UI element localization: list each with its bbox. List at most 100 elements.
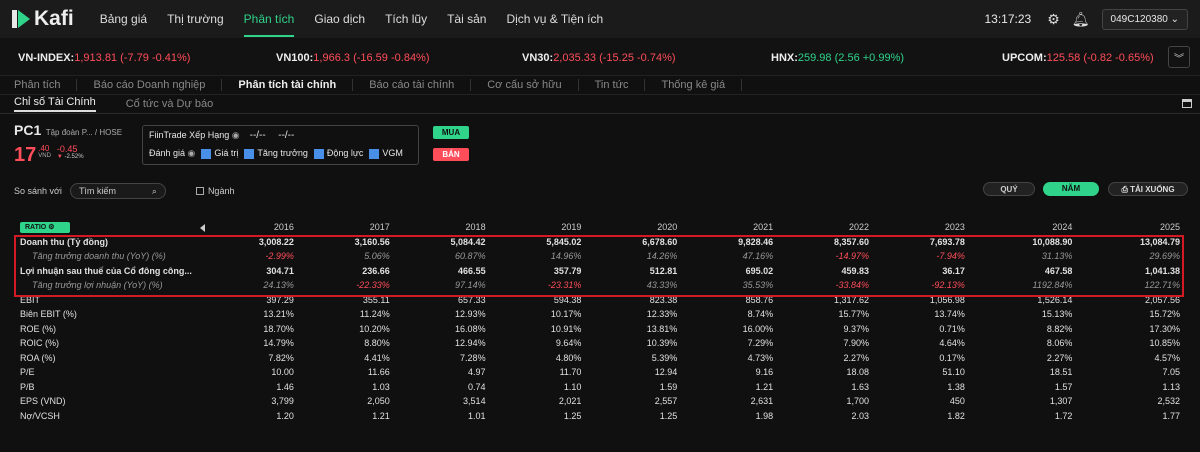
value-cell: 1.38: [947, 381, 965, 392]
subtab-2[interactable]: Báo cáo Doanh nghiệp: [77, 79, 223, 91]
table-row[interactable]: Biên EBIT (%) 13.21% 11.24% 12.93% 10.17% 12.…: [16, 307, 1184, 322]
value-cell: 7.28%: [460, 352, 486, 363]
bell-icon[interactable]: 🔔︎: [1072, 11, 1090, 28]
index-name: UPCOM:: [1002, 52, 1047, 64]
ticker-item[interactable]: VN30:2,035.33 (-15.25 -0.74%): [522, 52, 676, 64]
table-row[interactable]: Lợi nhuận sau thuế của Cổ đông công... 30…: [16, 264, 1184, 279]
value-cell: 695.02: [745, 265, 774, 276]
stock-price: 17: [14, 144, 37, 166]
year-header: 2022: [848, 222, 870, 233]
value-cell: 355.11: [362, 294, 390, 305]
rating-filter-3[interactable]: Động lực: [308, 148, 363, 159]
value-cell: 4.57%: [1154, 352, 1180, 363]
value-cell: 8.80%: [364, 338, 390, 349]
value-cell: 1.72: [1054, 410, 1073, 421]
value-cell: 12.93%: [455, 309, 486, 320]
value-cell: 15.77%: [838, 309, 870, 320]
year-header: 2016: [273, 222, 294, 233]
value-cell: 1,700: [846, 396, 870, 407]
rating-filter-2[interactable]: Tăng trưởng: [238, 148, 308, 159]
sell-button[interactable]: BÁN: [433, 148, 469, 161]
row-label: Doanh thu (Tỷ đồng): [20, 236, 108, 247]
nav-item-6[interactable]: Tài sản: [447, 0, 486, 38]
value-cell: 858.76: [745, 294, 774, 305]
subtab-5[interactable]: Cơ cấu sở hữu: [471, 79, 579, 91]
rating-filter-label: VGM: [382, 148, 403, 158]
ticker-item[interactable]: UPCOM:125.58 (-0.82 -0.65%): [1002, 52, 1154, 64]
scroll-left-icon[interactable]: [200, 224, 205, 232]
ticker-item[interactable]: VN-INDEX:1,913.81 (-7.79 -0.41%): [18, 52, 190, 64]
value-cell: 5,084.42: [450, 236, 486, 247]
value-cell: 7.29%: [747, 338, 774, 349]
window-icon[interactable]: [1182, 99, 1192, 108]
table-row[interactable]: Doanh thu (Tỷ đồng) 3,008.22 3,160.56 5,084…: [16, 235, 1184, 250]
nav-item-5[interactable]: Tích lũy: [385, 0, 427, 38]
value-cell: 1,526.14: [1037, 294, 1073, 305]
subtab-4[interactable]: Báo cáo tài chính: [353, 79, 472, 91]
search-input[interactable]: Tìm kiếm ⌕: [69, 183, 166, 199]
index-value: 1,966.3: [313, 52, 350, 64]
year-header: 2019: [561, 222, 582, 233]
index-name: VN30:: [522, 52, 554, 64]
ticker-item[interactable]: VN100:1,966.3 (-16.59 -0.84%): [276, 52, 430, 64]
value-cell: 10.85%: [1149, 338, 1180, 349]
subtab-6[interactable]: Tin tức: [579, 79, 646, 91]
value-cell: 2.27%: [843, 352, 870, 363]
financial-subtab-2[interactable]: Cổ tức và Dự báo: [126, 98, 213, 110]
table-row[interactable]: Tăng trưởng doanh thu (YoY) (%) -2.99% 5.0…: [16, 249, 1184, 264]
table-row[interactable]: P/E 10.00 11.66 4.97 11.70 12.94 9.16 18.08 51.1…: [16, 365, 1184, 380]
value-cell: 10.00: [271, 367, 294, 378]
value-cell: 1.57: [1054, 381, 1073, 392]
value-cell: 2.03: [851, 410, 870, 421]
subtab-3[interactable]: Phân tích tài chính: [222, 79, 354, 91]
index-pct: -0.41%): [151, 52, 191, 64]
subtab-1[interactable]: Phân tích: [14, 79, 78, 91]
kafi-logo[interactable]: Kafi: [12, 7, 74, 31]
checkbox-icon: [195, 187, 204, 195]
printer-icon: ⎙: [1121, 185, 1128, 194]
value-cell: 304.71: [266, 265, 294, 276]
industry-checkbox[interactable]: Ngành: [195, 186, 234, 196]
table-row[interactable]: ROIC (%) 14.79% 8.80% 12.94% 9.64% 10.39% 7.29…: [16, 336, 1184, 351]
table-row[interactable]: ROE (%) 18.70% 10.20% 16.08% 10.91% 13.81% 16.…: [16, 322, 1184, 337]
info-icon[interactable]: ◉: [232, 130, 240, 140]
nav-item-4[interactable]: Giao dịch: [314, 0, 365, 38]
row-label: ROE (%): [20, 323, 56, 334]
subtab-7[interactable]: Thống kê giá: [645, 79, 743, 91]
analysis-subtabs: Phân tích Báo cáo Doanh nghiệp Phân tích t…: [0, 76, 1200, 95]
value-cell: 7.90%: [843, 338, 870, 349]
nav-item-3[interactable]: Phân tích: [243, 0, 294, 38]
year-header: 2024: [1052, 222, 1073, 233]
financial-subtab-1[interactable]: Chỉ số Tài Chính: [14, 96, 96, 112]
value-cell: 4.97: [468, 367, 486, 378]
price-decimal: .40: [38, 144, 50, 153]
download-button[interactable]: ⎙ TẢI XUỐNG: [1108, 182, 1188, 196]
table-row[interactable]: ROA (%) 7.82% 4.41% 7.28% 4.80% 5.39% 4.73% 2.2…: [16, 351, 1184, 366]
row-label: P/B: [20, 381, 35, 392]
value-cell: 4.80%: [555, 352, 582, 363]
year-button[interactable]: NĂM: [1043, 182, 1099, 196]
table-row[interactable]: P/B 1.46 1.03 0.74 1.10 1.59 1.21 1.63 1.38 1.57 1…: [16, 380, 1184, 395]
account-selector[interactable]: 049C120380 ⌄: [1101, 8, 1188, 30]
table-row[interactable]: Nợ/VCSH 1.20 1.21 1.01 1.25 1.25 1.98 2.03 1.82 1…: [16, 409, 1184, 424]
value-cell: 1.01: [468, 410, 486, 421]
value-cell: 2,532: [1157, 396, 1180, 407]
nav-item-1[interactable]: Bảng giá: [100, 0, 147, 38]
rating-filter-4[interactable]: VGM: [363, 148, 403, 159]
table-row[interactable]: EBIT 397.29 355.11 657.33 594.38 823.38 858.76…: [16, 293, 1184, 308]
index-change: (2.56: [834, 52, 860, 64]
table-row[interactable]: EPS (VND) 3,799 2,050 3,514 2,021 2,557 2,631 1…: [16, 394, 1184, 409]
buy-button[interactable]: MUA: [433, 126, 469, 139]
compare-label: So sánh với: [14, 186, 62, 196]
nav-item-2[interactable]: Thị trường: [167, 0, 224, 38]
quarter-button[interactable]: QUÝ: [983, 182, 1035, 196]
ticker-item[interactable]: HNX:259.98 (2.56 +0.99%): [771, 52, 904, 64]
table-row[interactable]: Tăng trưởng lợi nhuận (YoY) (%) 24.13% -22…: [16, 278, 1184, 293]
ratio-badge[interactable]: RATIO ⚙: [20, 222, 70, 233]
chevron-double-down-icon[interactable]: ︾: [1168, 46, 1190, 68]
gear-icon[interactable]: ⚙: [1047, 11, 1060, 28]
nav-item-7[interactable]: Dịch vụ & Tiện ích: [506, 0, 603, 38]
rating-value-2: --/--: [278, 130, 295, 141]
index-pct: +0.99%): [862, 52, 905, 64]
rating-filter-1[interactable]: Giá trị: [195, 148, 238, 159]
